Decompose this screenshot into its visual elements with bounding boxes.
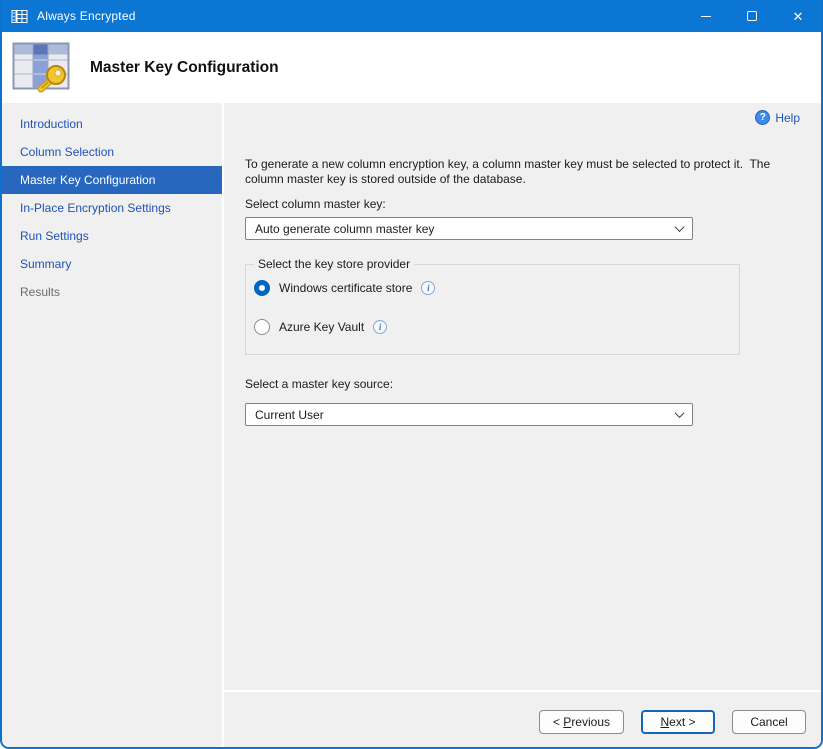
sidebar-item-run-settings[interactable]: Run Settings	[2, 222, 222, 250]
help-icon: ?	[755, 110, 770, 125]
maximize-icon	[747, 11, 757, 21]
master-key-source-value: Current User	[255, 408, 676, 422]
always-encrypted-wizard-window: Always Encrypted ✕ Master Key Configurat…	[0, 0, 823, 749]
chevron-down-icon	[675, 222, 685, 232]
radio-azure-key-vault-label: Azure Key Vault	[279, 320, 364, 334]
intro-text: To generate a new column encryption key,…	[245, 157, 772, 187]
window-title: Always Encrypted	[37, 9, 136, 23]
wizard-body: Introduction Column Selection Master Key…	[2, 103, 821, 747]
radio-checked-icon	[254, 280, 270, 296]
sidebar-item-results: Results	[2, 278, 222, 306]
radio-azure-key-vault[interactable]: Azure Key Vault i	[254, 319, 739, 335]
cancel-button[interactable]: Cancel	[732, 710, 806, 734]
info-icon[interactable]: i	[421, 281, 435, 295]
sidebar-item-in-place-encryption-settings[interactable]: In-Place Encryption Settings	[2, 194, 222, 222]
radio-unchecked-icon	[254, 319, 270, 335]
column-master-key-label: Select column master key:	[245, 197, 821, 211]
key-store-provider-group-title: Select the key store provider	[254, 257, 414, 271]
column-master-key-value: Auto generate column master key	[255, 222, 676, 236]
next-button[interactable]: Next >	[641, 710, 715, 734]
help-label: Help	[775, 111, 800, 125]
previous-button[interactable]: < Previous	[539, 710, 624, 734]
close-button[interactable]: ✕	[775, 0, 821, 32]
master-key-source-select[interactable]: Current User	[245, 403, 693, 426]
wizard-header: Master Key Configuration	[2, 32, 821, 103]
maximize-button[interactable]	[729, 0, 775, 32]
close-icon: ✕	[793, 10, 804, 23]
main-content: ? Help To generate a new column encrypti…	[224, 103, 821, 690]
title-bar: Always Encrypted ✕	[2, 0, 821, 32]
chevron-down-icon	[675, 408, 685, 418]
sidebar-item-introduction[interactable]: Introduction	[2, 110, 222, 138]
wizard-steps-sidebar: Introduction Column Selection Master Key…	[2, 103, 224, 747]
column-master-key-select[interactable]: Auto generate column master key	[245, 217, 693, 240]
sidebar-item-summary[interactable]: Summary	[2, 250, 222, 278]
wizard-footer: < Previous Next > Cancel	[224, 690, 821, 747]
radio-windows-certificate-store[interactable]: Windows certificate store i	[254, 280, 739, 296]
minimize-icon	[701, 16, 711, 17]
sidebar-item-master-key-configuration[interactable]: Master Key Configuration	[2, 166, 222, 194]
radio-windows-certificate-store-label: Windows certificate store	[279, 281, 412, 295]
key-store-provider-group: Select the key store provider Windows ce…	[245, 264, 740, 355]
master-key-source-label: Select a master key source:	[245, 377, 821, 391]
sidebar-item-column-selection[interactable]: Column Selection	[2, 138, 222, 166]
help-link[interactable]: ? Help	[755, 110, 800, 125]
minimize-button[interactable]	[683, 0, 729, 32]
right-column: ? Help To generate a new column encrypti…	[224, 103, 821, 747]
page-title: Master Key Configuration	[90, 59, 279, 77]
table-key-icon	[12, 42, 74, 94]
info-icon[interactable]: i	[373, 320, 387, 334]
always-encrypted-app-icon	[11, 8, 28, 25]
